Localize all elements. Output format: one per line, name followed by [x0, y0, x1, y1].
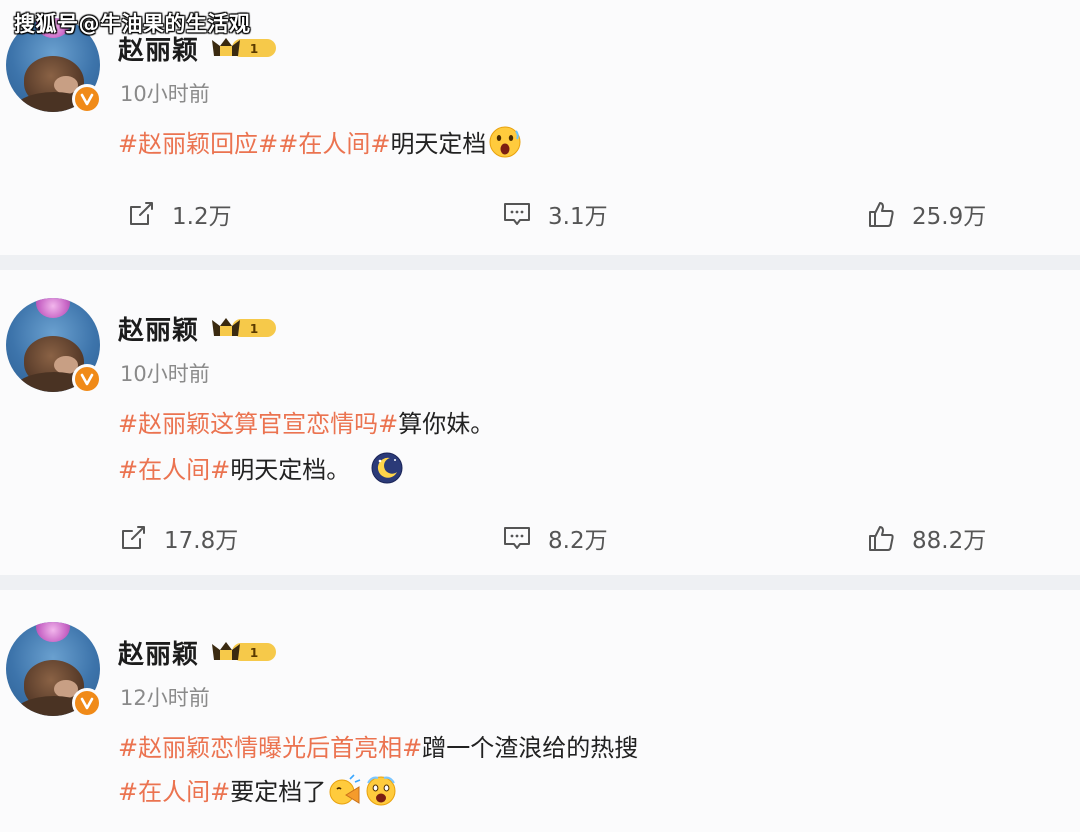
hashtag-link[interactable]: #赵丽颖这算官宣恋情吗# [118, 404, 398, 439]
post-text: 蹭一个渣浪给的热搜 [422, 734, 639, 762]
share-count: 17.8万 [164, 528, 239, 554]
comment-count: 8.2万 [548, 528, 608, 554]
share-icon [130, 202, 153, 225]
comment-button[interactable]: 3.1万 [502, 194, 608, 234]
share-icon [122, 526, 145, 549]
hashtag-link[interactable]: #在人间# [278, 124, 390, 159]
moon-emoji-icon [371, 452, 403, 483]
like-count: 88.2万 [912, 528, 987, 554]
like-count: 25.9万 [912, 204, 987, 230]
share-button[interactable]: 17.8万 [118, 518, 238, 558]
comment-icon [504, 527, 530, 549]
post-content-line: #在人间# 要定档了 [118, 772, 398, 807]
hashtag-link[interactable]: #赵丽颖恋情曝光后首亮相# [118, 728, 422, 763]
comment-icon [504, 203, 530, 225]
post-text: 算你妹。 [398, 410, 495, 438]
share-count: 1.2万 [172, 204, 232, 230]
watermark: 搜狐号@牛油果的生活观 [14, 12, 251, 36]
post-content-line: #在人间# 明天定档。 [118, 450, 404, 485]
vip-crown-badge-icon: 1 [212, 318, 276, 337]
comment-count: 3.1万 [548, 204, 608, 230]
shocked-emoji-icon [489, 126, 521, 157]
post-content-line: #赵丽颖回应# #在人间# 明天定档 [118, 124, 522, 159]
svg-text:1: 1 [250, 42, 258, 56]
post-content-line: #赵丽颖这算官宣恋情吗# 算你妹。 [118, 404, 494, 439]
post-content-line: #赵丽颖恋情曝光后首亮相# 蹭一个渣浪给的热搜 [118, 728, 638, 763]
hashtag-link[interactable]: #在人间# [118, 450, 230, 485]
post-text: 要定档了 [230, 778, 327, 806]
comment-button[interactable]: 8.2万 [502, 518, 608, 558]
hashtag-link[interactable]: #赵丽颖回应# [118, 124, 278, 159]
verified-badge-icon [72, 364, 102, 394]
svg-text:1: 1 [250, 646, 258, 660]
weibo-post: 赵丽颖 1 12小时前 #赵丽颖恋情曝光后首亮相# 蹭一个渣浪给的热搜 #在人间… [0, 590, 1080, 832]
thumbs-up-icon [869, 202, 894, 227]
thumbs-up-icon [869, 526, 894, 551]
post-actions: 17.8万 8.2万 88.2万 [0, 518, 1080, 558]
screaming-emoji-icon [366, 776, 396, 805]
post-time: 10小时前 [120, 362, 210, 386]
weibo-post: 赵丽颖 1 10小时前 #赵丽颖这算官宣恋情吗# 算你妹。 #在人间# 明天定档… [0, 270, 1080, 575]
hashtag-link[interactable]: #在人间# [118, 772, 230, 807]
vip-crown-badge-icon: 1 [212, 38, 276, 57]
verified-badge-icon [72, 84, 102, 114]
post-actions: 1.2万 3.1万 25.9万 [0, 194, 1080, 234]
weibo-post: 赵丽颖 1 10小时前 #赵丽颖回应# #在人间# 明天定档 1.2万 3.1万… [0, 0, 1080, 255]
svg-text:1: 1 [250, 322, 258, 336]
share-button[interactable]: 1.2万 [126, 194, 232, 234]
username[interactable]: 赵丽颖 [118, 634, 199, 671]
like-button[interactable]: 88.2万 [866, 518, 986, 558]
post-time: 10小时前 [120, 82, 210, 106]
post-text: 明天定档。 [230, 456, 351, 484]
post-text: 明天定档 [390, 130, 487, 158]
horn-emoji-icon [329, 773, 361, 804]
like-button[interactable]: 25.9万 [866, 194, 986, 234]
post-time: 12小时前 [120, 686, 210, 710]
vip-crown-badge-icon: 1 [212, 642, 276, 661]
verified-badge-icon [72, 688, 102, 718]
username[interactable]: 赵丽颖 [118, 310, 199, 347]
